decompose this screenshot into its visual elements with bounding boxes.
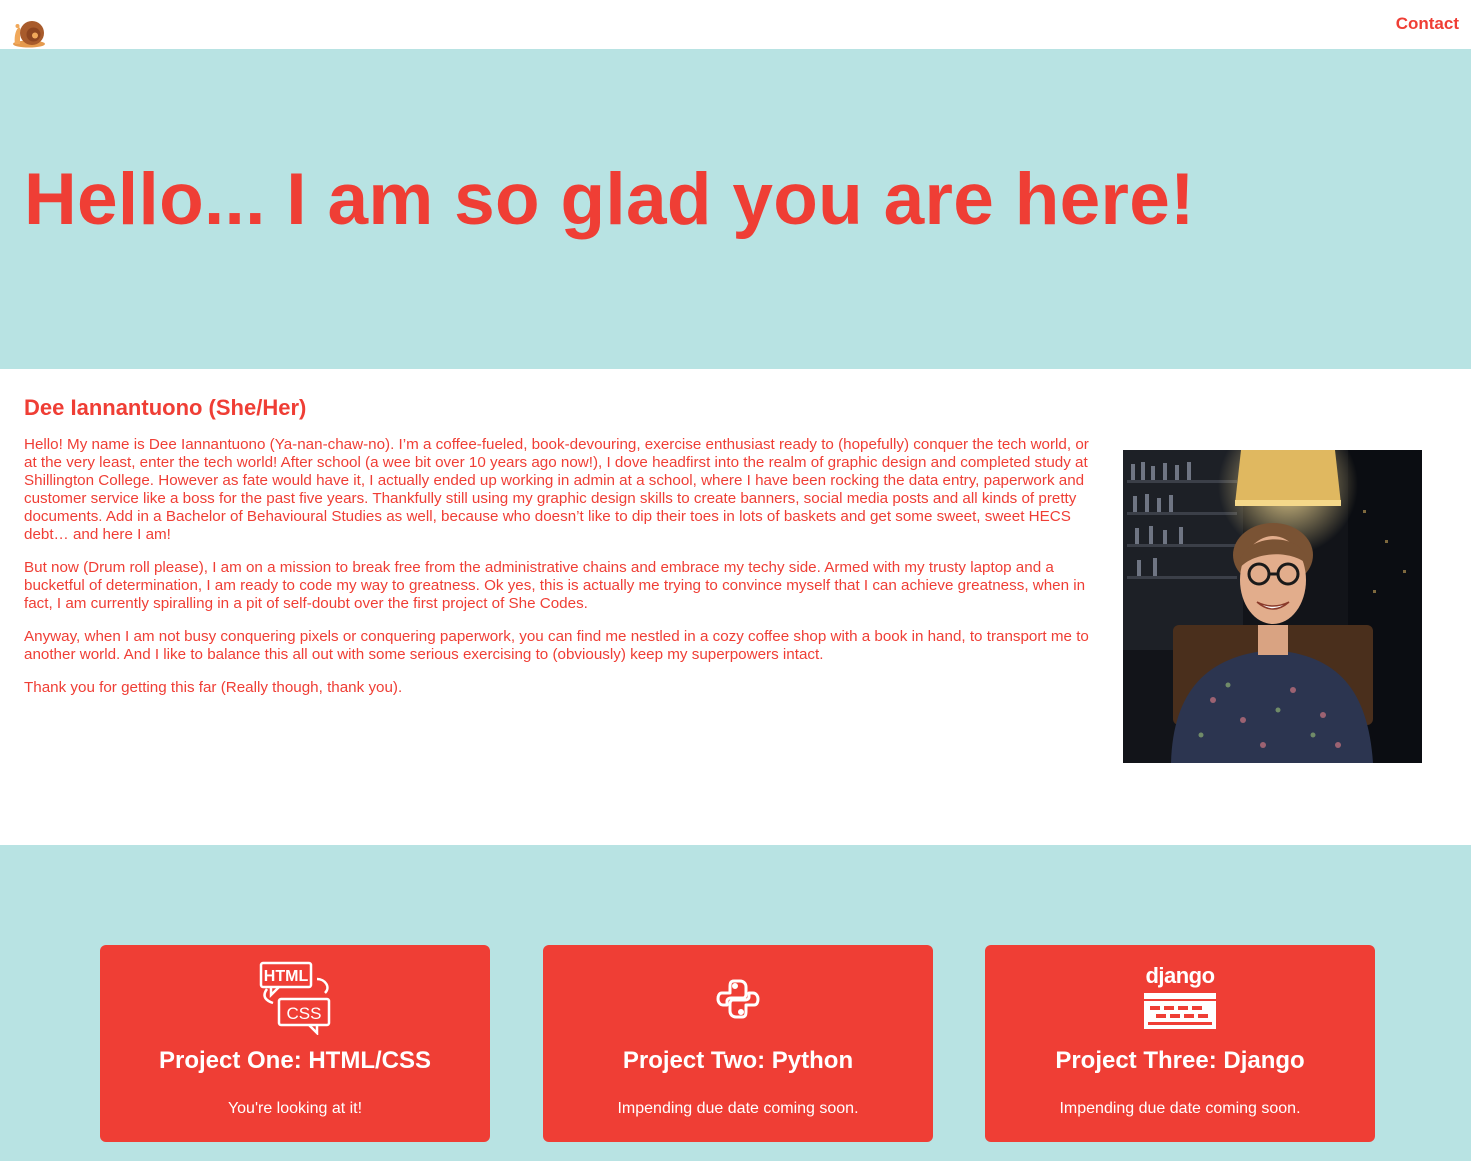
about-paragraph: Anyway, when I am not busy conquering pi…	[24, 628, 1089, 663]
about-paragraph: Hello! My name is Dee Iannantuono (Ya-na…	[24, 436, 1089, 543]
svg-text:django: django	[1145, 963, 1214, 988]
about-section: Dee Iannantuono (She/Her) Hello! My name…	[0, 369, 1471, 845]
svg-text:HTML: HTML	[264, 968, 309, 985]
project-title: Project Two: Python	[622, 1047, 854, 1074]
django-icon: django	[1142, 959, 1218, 1035]
html-css-icon: HTML CSS	[257, 959, 333, 1037]
project-description: You're looking at it!	[227, 1100, 363, 1117]
projects-section: HTML CSS Project One: HTML/CSS You're lo…	[0, 845, 1471, 1161]
hero-title: Hello... I am so glad you are here!	[24, 159, 1195, 240]
project-title: Project Three: Django	[1055, 1047, 1305, 1074]
snail-logo-icon[interactable]	[12, 13, 48, 49]
project-description: Impending due date coming soon.	[1059, 1100, 1301, 1117]
top-navigation-bar: Contact	[0, 0, 1471, 49]
project-title: Project One: HTML/CSS	[158, 1047, 432, 1074]
project-description: Impending due date coming soon.	[617, 1100, 859, 1117]
profile-photo	[1123, 450, 1422, 763]
project-card-django[interactable]: django Project Three: Django Impending d…	[985, 945, 1375, 1142]
svg-text:CSS: CSS	[287, 1004, 322, 1023]
project-card-html-css[interactable]: HTML CSS Project One: HTML/CSS You're lo…	[100, 945, 490, 1142]
about-paragraph: Thank you for getting this far (Really t…	[24, 679, 403, 696]
hero-section: Hello... I am so glad you are here!	[0, 49, 1471, 369]
about-name-heading: Dee Iannantuono (She/Her)	[24, 395, 307, 420]
project-card-python[interactable]: Project Two: Python Impending due date c…	[543, 945, 933, 1142]
about-text: Hello! My name is Dee Iannantuono (Ya-na…	[24, 436, 1099, 712]
contact-link[interactable]: Contact	[1396, 14, 1459, 34]
python-icon	[700, 959, 776, 1035]
about-paragraph: But now (Drum roll please), I am on a mi…	[24, 559, 1086, 612]
